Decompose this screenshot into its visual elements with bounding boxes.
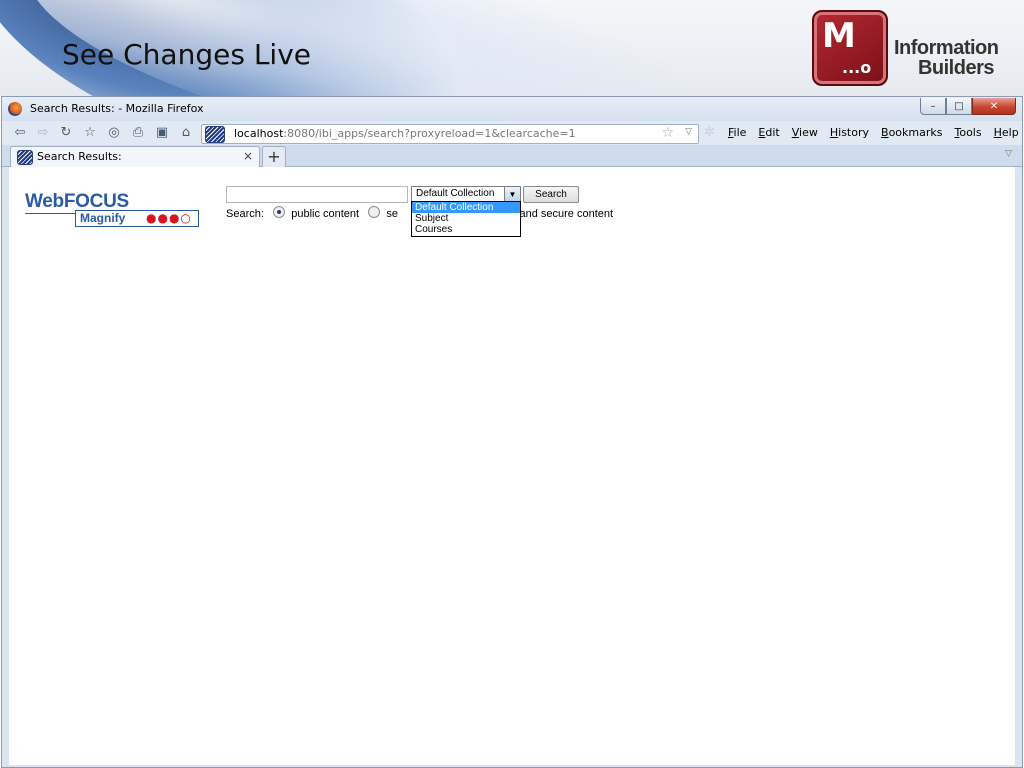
radio-public-and-secure-label: lic and secure content [506, 208, 614, 220]
magnify-text: Magnify [80, 211, 126, 225]
search-input[interactable] [226, 186, 408, 203]
bookmark-page-icon[interactable]: ☆ [82, 125, 98, 141]
home-icon[interactable]: ⌂ [178, 125, 194, 141]
menu-history[interactable]: History [830, 126, 869, 139]
tab-strip: Search Results: × + ▽ [2, 145, 1022, 167]
window-title: Search Results: - Mozilla Firefox [30, 102, 204, 115]
menu-tools[interactable]: Tools [954, 126, 981, 139]
bookmark-star-icon[interactable]: ☆ [661, 125, 674, 141]
title-bar: Search Results: - Mozilla Firefox – □ ✕ [2, 97, 1022, 121]
minimize-button[interactable]: – [920, 98, 946, 115]
list-all-tabs-icon[interactable]: ▽ [1005, 149, 1012, 159]
downloads-icon[interactable]: ▣ [154, 125, 170, 141]
dropdown-option[interactable]: Subject [412, 213, 520, 224]
new-tab-button[interactable]: + [262, 146, 286, 167]
dropdown-option[interactable]: Default Collection [412, 202, 520, 213]
slide-title: See Changes Live [62, 38, 311, 71]
back-icon[interactable]: ⇦ [12, 125, 28, 141]
window-controls: – □ ✕ [920, 98, 1016, 116]
search-scope-label: Search: [226, 208, 264, 220]
menu-bar: File Edit View History Bookmarks Tools H… [728, 126, 1024, 139]
information-builders-logo: Information Builders [894, 37, 999, 79]
slide-header: See Changes Live M ...o Information Buil… [0, 0, 1024, 96]
brand-line-2: Builders [917, 57, 995, 79]
close-button[interactable]: ✕ [972, 98, 1016, 115]
loading-throbber-icon: ✲ [704, 125, 715, 140]
url-host: localhost [234, 127, 284, 140]
magnify-badge: Magnify ●●●○ [75, 210, 199, 227]
radio-public-content-label: public content [291, 208, 360, 220]
brand-line-1: Information [894, 37, 999, 59]
page-content: WebFOCUS Magnify ●●●○ Default Collection… [9, 167, 1015, 765]
print-icon[interactable]: ⎙ [130, 125, 146, 141]
webfocus-magnify-logo: WebFOCUS Magnify ●●●○ [25, 191, 201, 229]
menu-file[interactable]: File [728, 126, 746, 139]
forward-icon[interactable]: ⇨ [35, 125, 51, 141]
chevron-down-icon[interactable]: ▼ [504, 187, 520, 202]
maximize-button[interactable]: □ [946, 98, 972, 115]
logo-divider [25, 213, 75, 214]
menu-edit[interactable]: Edit [758, 126, 779, 139]
collection-dropdown-list: Default Collection Subject Courses [411, 201, 521, 237]
logo-dots: ...o [842, 58, 872, 77]
url-text[interactable]: localhost:8080/ibi_apps/search?proxyrelo… [234, 127, 576, 140]
radio-secure-content-label: se [386, 208, 399, 220]
site-identity-icon[interactable] [205, 126, 225, 143]
radio-public-content[interactable] [273, 206, 286, 218]
collection-selected-value: Default Collection [416, 188, 495, 199]
reload-icon[interactable]: ↻ [58, 125, 74, 141]
tab-close-icon[interactable]: × [243, 149, 253, 163]
history-icon[interactable]: ◎ [106, 125, 122, 141]
address-bar[interactable]: localhost:8080/ibi_apps/search?proxyrelo… [201, 124, 699, 144]
menu-bookmarks[interactable]: Bookmarks [881, 126, 942, 139]
tab-label: Search Results: [37, 150, 122, 163]
browser-window: Search Results: - Mozilla Firefox – □ ✕ … [1, 96, 1023, 768]
menu-view[interactable]: View [792, 126, 818, 139]
dropdown-option[interactable]: Courses [412, 224, 520, 235]
menu-help[interactable]: Help [994, 126, 1019, 139]
url-history-dropdown-icon[interactable]: ▽ [685, 127, 692, 137]
magnify-m-logo: M ...o [812, 10, 888, 86]
tab-favicon-icon [17, 150, 33, 165]
magnify-dots: ●●●○ [146, 211, 192, 225]
url-path: :8080/ibi_apps/search?proxyreload=1&clea… [283, 127, 576, 140]
firefox-icon [8, 102, 22, 116]
tab-search-results[interactable]: Search Results: × [10, 146, 260, 167]
logo-letter: M [822, 16, 856, 56]
navigation-toolbar: ⇦ ⇨ ↻ ☆ ◎ ⎙ ▣ ⌂ localhost:8080/ibi_apps/… [2, 121, 1022, 145]
radio-secure-content[interactable] [368, 206, 381, 218]
search-button[interactable]: Search [523, 186, 579, 203]
